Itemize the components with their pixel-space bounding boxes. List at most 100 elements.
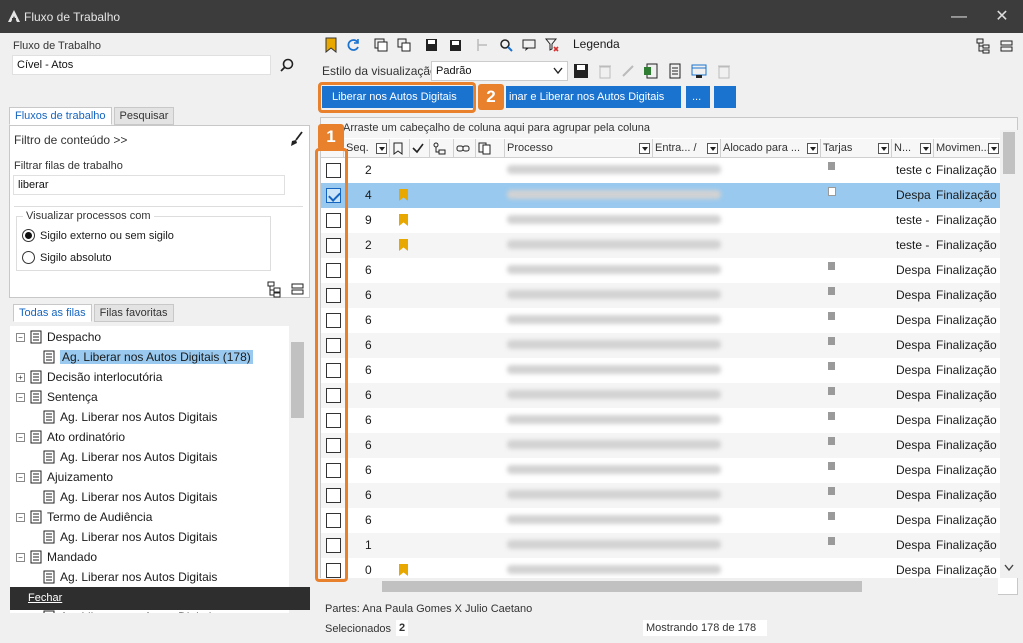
tree-item[interactable]: Ag. Liberar nos Autos Digitais: [42, 528, 217, 546]
tab-fluxos[interactable]: Fluxos de trabalho: [9, 107, 112, 125]
column-check[interactable]: [410, 139, 430, 158]
table-row[interactable]: 6 Despa Finalização: [321, 358, 1001, 383]
tab-pesquisar[interactable]: Pesquisar: [113, 107, 175, 125]
column-seq[interactable]: Seq.: [344, 139, 390, 158]
expand-toggle-icon[interactable]: +: [16, 372, 25, 382]
workflow-field[interactable]: Cível - Atos: [12, 55, 271, 75]
search-icon[interactable]: [278, 57, 296, 75]
table-row[interactable]: 6 Despa Finalização: [321, 333, 1001, 358]
tree-scrollbar[interactable]: [289, 326, 306, 613]
chevron-down-icon[interactable]: [920, 143, 931, 154]
chevron-down-icon[interactable]: [639, 143, 650, 154]
column-tarjas[interactable]: Tarjas: [821, 139, 892, 158]
grid-hscroll-thumb[interactable]: [382, 581, 862, 592]
filter-clear-icon[interactable]: [544, 37, 560, 53]
copy-checked-icon[interactable]: [373, 37, 389, 53]
column-n[interactable]: N...: [892, 139, 934, 158]
save-lock-icon[interactable]: [424, 37, 440, 53]
assinar-liberar-button[interactable]: inar e Liberar nos Autos Digitais: [506, 86, 681, 108]
collapse-toggle-icon[interactable]: −: [16, 332, 25, 342]
chevron-down-icon[interactable]: [807, 143, 818, 154]
table-row[interactable]: 1 Despa Finalização: [321, 533, 1001, 558]
column-alocado[interactable]: Alocado para ...: [721, 139, 821, 158]
column-movimento[interactable]: Movimen...: [934, 139, 1001, 158]
column-processo[interactable]: Processo: [505, 139, 653, 158]
column-hierarchy[interactable]: [430, 139, 454, 158]
table-row[interactable]: 6 Despa Finalização: [321, 308, 1001, 333]
more-actions-button[interactable]: ...: [686, 86, 710, 108]
hierarchy-disabled-icon[interactable]: [475, 37, 491, 53]
tree-item[interactable]: − Mandado: [16, 548, 97, 566]
table-row[interactable]: 6 Despa Finalização: [321, 283, 1001, 308]
table-row[interactable]: 6 Despa Finalização: [321, 258, 1001, 283]
save-all-icon[interactable]: [447, 37, 463, 53]
table-row[interactable]: 2 teste - Finalização: [321, 233, 1001, 258]
comment-icon[interactable]: [521, 37, 537, 53]
radio-sigilo-absoluto[interactable]: Sigilo absoluto: [22, 251, 112, 264]
table-row[interactable]: 9 teste - Finalização: [321, 208, 1001, 233]
tree-item[interactable]: − Ajuizamento: [16, 468, 113, 486]
minimize-button[interactable]: —: [944, 6, 974, 28]
tree-item[interactable]: + Decisão interlocutória: [16, 368, 162, 386]
column-bookmark[interactable]: [390, 139, 410, 158]
refresh-icon[interactable]: [345, 37, 361, 53]
table-row[interactable]: 4 Despa Finalização: [321, 183, 1001, 208]
table-row[interactable]: 2 teste c Finalização: [321, 158, 1001, 183]
collapse-icon[interactable]: [999, 38, 1015, 54]
chevron-down-icon[interactable]: [878, 143, 889, 154]
radio-sigilo-externo[interactable]: Sigilo externo ou sem sigilo: [22, 229, 174, 242]
tree-item[interactable]: − Termo de Audiência: [16, 508, 152, 526]
zoom-doc-icon[interactable]: [498, 37, 514, 53]
table-row[interactable]: 6 Despa Finalização: [321, 433, 1001, 458]
content-filter-toggle[interactable]: Filtro de conteúdo >>: [14, 133, 127, 147]
tree-scroll-thumb[interactable]: [291, 342, 304, 418]
table-row[interactable]: 6 Despa Finalização: [321, 508, 1001, 533]
collapse-toggle-icon[interactable]: −: [16, 552, 25, 562]
collapse-toggle-icon[interactable]: −: [16, 472, 25, 482]
grid-vscroll-thumb[interactable]: [1003, 132, 1015, 174]
tree-item[interactable]: Ag. Liberar nos Autos Digitais: [42, 488, 217, 506]
save-view-icon[interactable]: [573, 63, 589, 79]
delete-view-disabled-icon[interactable]: [597, 63, 613, 79]
chevron-down-icon[interactable]: [376, 143, 387, 154]
filter-queues-input[interactable]: liberar: [13, 175, 285, 195]
table-row[interactable]: 6 Despa Finalização: [321, 383, 1001, 408]
column-copy[interactable]: [476, 139, 505, 158]
tree-item[interactable]: − Ato ordinatório: [16, 428, 125, 446]
grid-hscroll[interactable]: [320, 578, 998, 595]
tree-item[interactable]: − Sentença: [16, 388, 98, 406]
collapse-icon[interactable]: [289, 280, 307, 298]
close-button[interactable]: Fechar: [10, 587, 310, 610]
view-style-select[interactable]: Padrão: [431, 61, 568, 81]
tree-item[interactable]: Ag. Liberar nos Autos Digitais (178): [42, 348, 253, 366]
column-entrada[interactable]: Entra... /: [653, 139, 721, 158]
dropdown-button[interactable]: [714, 86, 736, 108]
chevron-down-icon[interactable]: [988, 143, 999, 154]
close-window-button[interactable]: ✕: [987, 6, 1017, 28]
excel-export-icon[interactable]: [643, 63, 659, 79]
tree-item[interactable]: Ag. Liberar nos Autos Digitais: [42, 568, 217, 586]
column-link[interactable]: [454, 139, 476, 158]
brush-icon[interactable]: [288, 130, 306, 148]
tree-item[interactable]: Ag. Liberar nos Autos Digitais: [42, 448, 217, 466]
legend-button[interactable]: Legenda: [573, 37, 620, 51]
collapse-toggle-icon[interactable]: −: [16, 392, 25, 402]
bookmark-icon[interactable]: [323, 37, 339, 53]
collapse-toggle-icon[interactable]: −: [16, 432, 25, 442]
table-row[interactable]: 6 Despa Finalização: [321, 408, 1001, 433]
collapse-toggle-icon[interactable]: −: [16, 512, 25, 522]
window-layout-icon[interactable]: [691, 63, 707, 79]
grid-vscroll[interactable]: [1000, 130, 1018, 578]
table-row[interactable]: 6 Despa Finalização: [321, 483, 1001, 508]
copy-icon[interactable]: [396, 37, 412, 53]
table-row[interactable]: 6 Despa Finalização: [321, 458, 1001, 483]
tree-item[interactable]: Ag. Liberar nos Autos Digitais: [42, 408, 217, 426]
tab-todas-filas[interactable]: Todas as filas: [13, 304, 92, 322]
tree-item[interactable]: − Despacho: [16, 328, 101, 346]
scroll-down-icon[interactable]: [1004, 564, 1014, 572]
document-icon[interactable]: [667, 63, 683, 79]
edit-disabled-icon[interactable]: [620, 63, 636, 79]
trash-disabled-icon[interactable]: [716, 63, 732, 79]
tree-view-icon[interactable]: [266, 280, 284, 298]
tab-filas-favoritas[interactable]: Filas favoritas: [93, 304, 174, 322]
